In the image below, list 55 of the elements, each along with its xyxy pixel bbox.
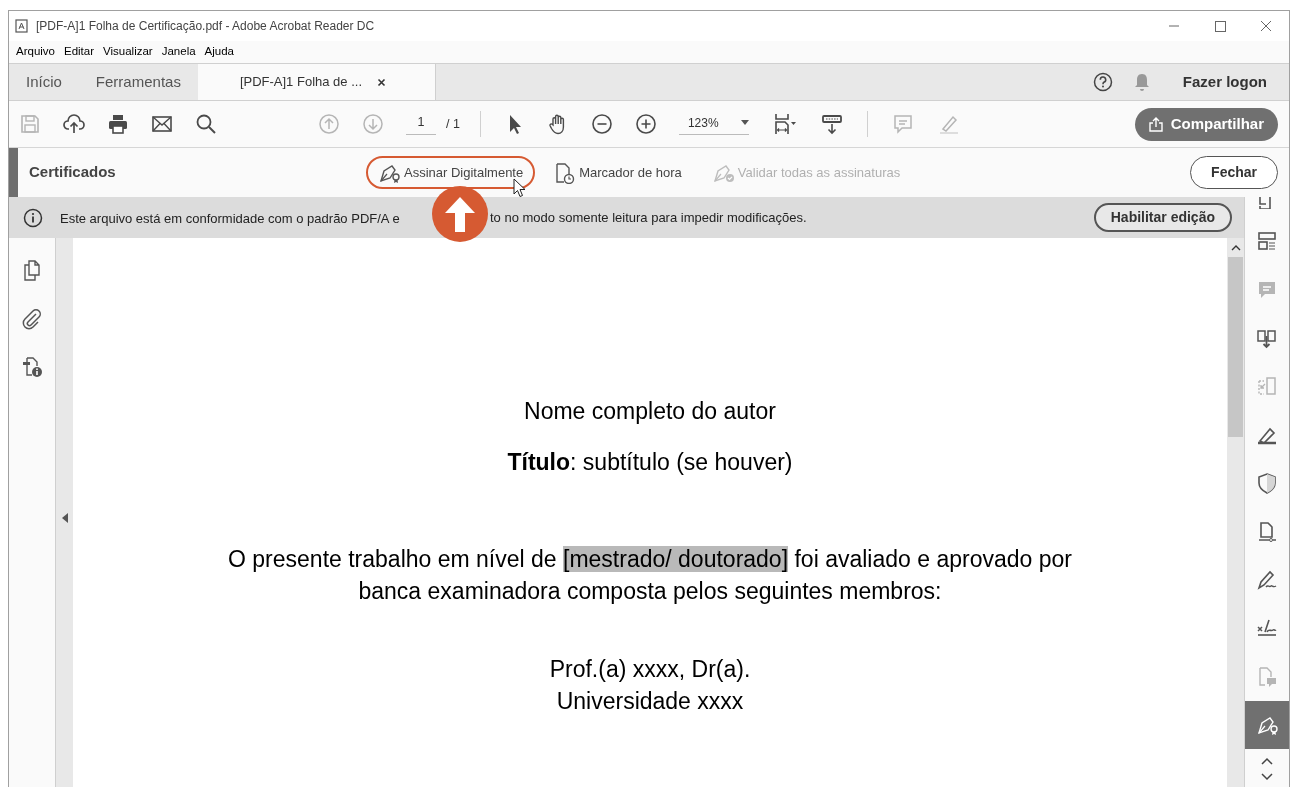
- scrollbar[interactable]: [1227, 238, 1244, 787]
- info-icon: [23, 207, 43, 228]
- member-line: Prof.(a) xxxx, Dr(a).: [549, 655, 751, 684]
- tool-button[interactable]: Marcador de hora: [541, 156, 694, 189]
- zoom-dropdown[interactable]: 123%: [678, 113, 749, 135]
- paperclip-icon[interactable]: [21, 308, 43, 330]
- menu-item[interactable]: Ajuda: [204, 43, 234, 61]
- document-clock-icon[interactable]: [553, 161, 576, 184]
- collapse-panel-icon[interactable]: [61, 512, 68, 523]
- info-message: to no modo somente leitura para impedir modificações.: [490, 208, 807, 227]
- zoom-in-icon[interactable]: [634, 113, 657, 135]
- share-icon[interactable]: [1148, 116, 1163, 132]
- fit-page-icon[interactable]: [773, 113, 797, 135]
- print-icon[interactable]: [107, 113, 129, 135]
- tab[interactable]: Ferramentas: [78, 64, 198, 100]
- close-tab-icon[interactable]: [377, 77, 386, 87]
- page-number-field[interactable]: 1: [406, 113, 436, 135]
- author-name: Nome completo do autor: [524, 398, 776, 424]
- active-tool-indicator: [9, 148, 18, 197]
- menu-item[interactable]: Visualizar: [103, 43, 153, 61]
- enable-editing-button[interactable]: Habilitar edição: [1093, 203, 1232, 232]
- scroll-mode-icon[interactable]: [820, 113, 843, 135]
- paragraph: O presente trabalho em nível de [mestrado/ doutorado] foi avaliado e aprovado por banca examinadora composta pelos seguintes membros:: [227, 545, 1073, 606]
- zoom-out-icon[interactable]: [590, 113, 613, 135]
- sign-in-link[interactable]: Fazer logon: [1182, 70, 1267, 94]
- mail-icon[interactable]: [151, 113, 173, 135]
- document-info-icon[interactable]: [21, 356, 43, 378]
- tab[interactable]: Início: [9, 64, 79, 100]
- window-title: [PDF-A]1 Folha de Certificação.pdf - Adobe Acrobat Reader DC: [36, 18, 375, 35]
- shield-icon[interactable]: [1256, 472, 1278, 495]
- info-message: Este arquivo está em conformidade com o padrão PDF/A e: [60, 210, 400, 226]
- chevron-up-icon[interactable]: [1230, 244, 1241, 251]
- pdf-file-icon: [15, 19, 28, 33]
- menu-item[interactable]: Janela: [161, 43, 196, 61]
- document-title: Título: subtítulo (se houver): [507, 449, 793, 475]
- signature-pen-icon[interactable]: [1256, 568, 1278, 591]
- chevron-up-icon[interactable]: [1261, 757, 1273, 766]
- document-form-icon[interactable]: [1256, 520, 1278, 543]
- tool-title: Certificados: [29, 162, 117, 183]
- member-line: Universidade xxxx: [556, 687, 744, 716]
- close-button[interactable]: Fechar: [1190, 156, 1278, 189]
- pages-icon[interactable]: [21, 260, 43, 282]
- search-icon[interactable]: [195, 113, 217, 135]
- menu-item[interactable]: Arquivo: [16, 43, 55, 61]
- layout-icon[interactable]: [1256, 230, 1278, 253]
- share-button[interactable]: Compartilhar: [1134, 107, 1278, 141]
- scrollbar-thumb[interactable]: [1228, 257, 1243, 437]
- tab[interactable]: [PDF-A]1 Folha de ...: [197, 64, 436, 100]
- pen-ribbon-icon[interactable]: [1256, 714, 1278, 737]
- chevron-down-icon[interactable]: [1261, 773, 1273, 782]
- menu-item[interactable]: Editar: [64, 43, 95, 61]
- help-icon[interactable]: [1092, 72, 1113, 92]
- caret-icon[interactable]: [740, 120, 749, 125]
- cloud-upload-icon[interactable]: [63, 113, 85, 135]
- page-count: / 1: [446, 115, 460, 133]
